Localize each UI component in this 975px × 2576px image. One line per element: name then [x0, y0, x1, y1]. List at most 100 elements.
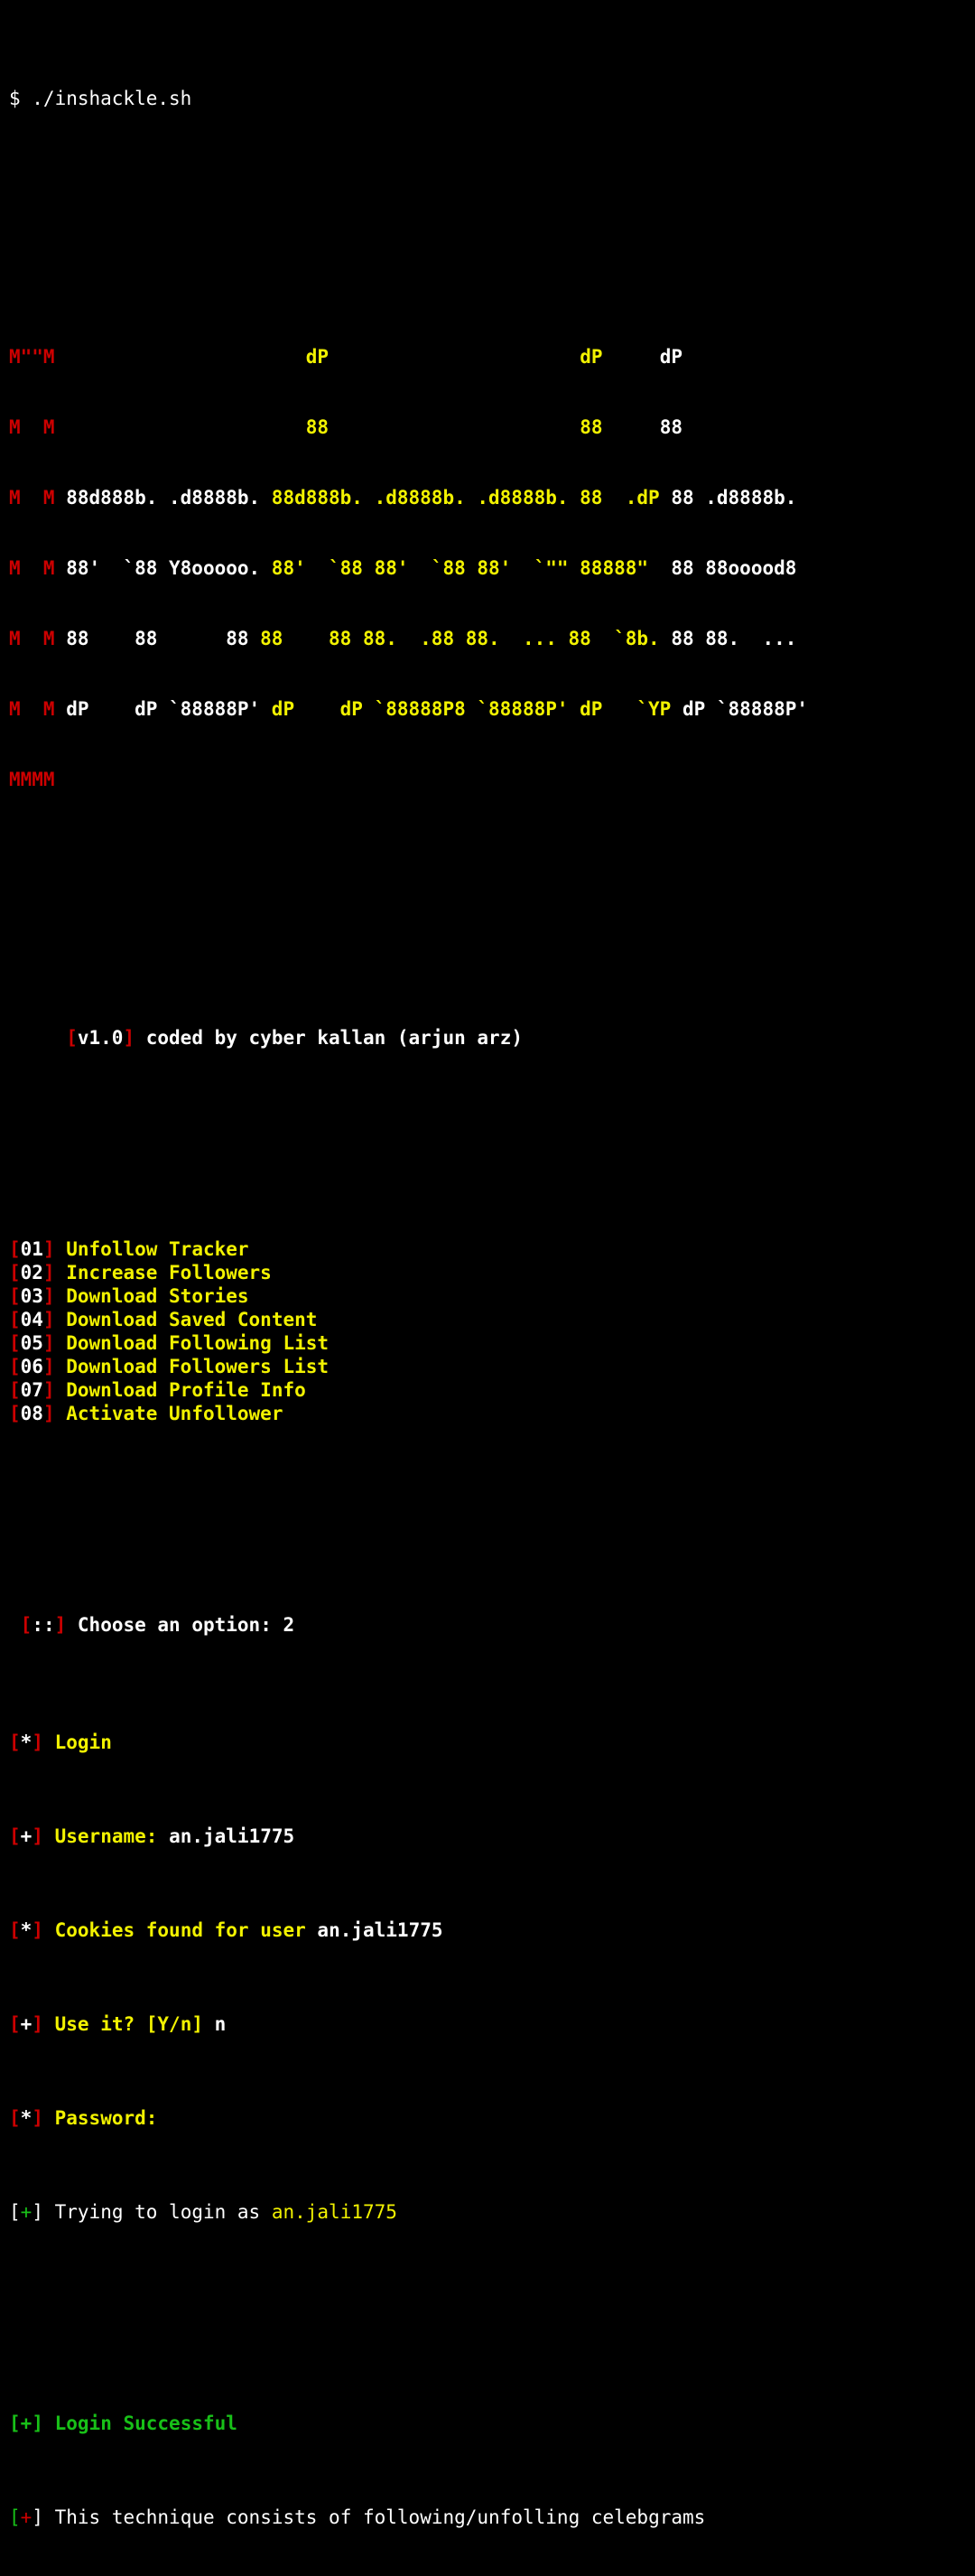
menu-item-02[interactable]: [02] Increase Followers [9, 1261, 808, 1284]
plus-icon: + [20, 2013, 32, 2035]
bracket-close-icon: ] [42, 1285, 55, 1307]
cookies-found-line: [*] Cookies found for user an.jali1775 [9, 1918, 808, 1942]
username-value[interactable]: an.jali1775 [169, 1825, 294, 1847]
banner-yellow2-seg: dP [580, 346, 603, 368]
banner-white2-seg: dP [659, 346, 682, 368]
banner-yellow-seg: dP [305, 346, 330, 368]
banner-white-seg: 88 88 88 [54, 628, 261, 649]
banner-row-4: M M 88' `88 Y8ooooo. 88' `88 88' `88 88'… [9, 556, 808, 580]
bracket-open-icon: [ [9, 1262, 21, 1283]
banner-yellow-seg: 88d888b. .d8888b. .d8888b. 88 .dP [271, 487, 672, 509]
password-label: Password: [54, 2107, 158, 2129]
login-label [43, 1731, 55, 1753]
bracket-open-icon: [ [9, 2201, 21, 2223]
banner-yellow-seg: 88 [305, 416, 330, 438]
bracket-open-icon: [ [9, 1379, 21, 1401]
menu-item-07[interactable]: [07] Download Profile Info [9, 1378, 808, 1402]
banner-red-seg: M M [9, 628, 55, 649]
menu-item-label: Unfollow Tracker [54, 1238, 249, 1260]
menu-item-number: 01 [20, 1238, 43, 1260]
banner-yellow2-seg: 88 [580, 416, 603, 438]
bracket-close-icon: ] [42, 1332, 55, 1354]
banner-row-1: M""M dP dP dP [9, 345, 808, 369]
bracket-open-icon: [ [9, 1403, 21, 1424]
banner-red-seg: M""M [9, 346, 55, 368]
bracket-open-icon: [ [9, 2107, 21, 2129]
banner-yellow-seg: 88 88 88. .88 88. ... 88 `8b. [260, 628, 672, 649]
cookies-label: Cookies found for user [54, 1919, 318, 1941]
bracket-close-icon: ] [32, 2413, 43, 2434]
banner-row-2: M M 88 88 88 [9, 415, 808, 439]
bracket-close-icon: ] [32, 1825, 43, 1847]
banner-red-seg: MMMM [9, 769, 55, 790]
banner-gap2-seg [329, 416, 580, 438]
bracket-close-icon: ] [32, 2201, 43, 2223]
banner-white2-seg: 88 [659, 416, 682, 438]
choose-indent [9, 1614, 21, 1636]
bracket-close-icon: ] [32, 1731, 43, 1753]
credits-line: [v1.0] coded by cyber kallan (arjun arz) [9, 1026, 808, 1050]
login-successful-line: [+] Login Successful [9, 2412, 808, 2435]
bracket-close-icon: ] [32, 2506, 43, 2528]
trying-login-line: [+] Trying to login as an.jali1775 [9, 2200, 808, 2224]
banner-row-7: MMMM [9, 768, 808, 791]
banner-gap-seg [55, 416, 306, 438]
password-line[interactable]: [*] Password: [9, 2106, 808, 2130]
bracket-close-icon: ] [42, 1356, 55, 1377]
bracket-close-icon: ] [42, 1262, 55, 1283]
bracket-close-icon: ] [54, 1614, 67, 1636]
banner-red-seg: M M [9, 416, 55, 438]
terminal-window[interactable]: $ ./inshackle.sh M""M dP dP dP M M 88 88… [0, 0, 975, 2528]
bracket-open-icon: [ [9, 1285, 21, 1307]
banner-white2-seg: 88 88ooood8 [671, 557, 797, 579]
login-text: Login [54, 1731, 112, 1753]
asterisk-icon: * [20, 1919, 32, 1941]
choose-option-value[interactable]: 2 [283, 1614, 294, 1636]
bracket-close-icon: ] [123, 1027, 135, 1049]
menu-item-number: 08 [20, 1403, 43, 1424]
terminal-screen: $ ./inshackle.sh M""M dP dP dP M M 88 88… [9, 0, 808, 2576]
username-line: [+] Username: an.jali1775 [9, 1825, 808, 1848]
choose-option-line[interactable]: [::] Choose an option: 2 [9, 1613, 808, 1637]
login-line: [*] Login [9, 1731, 808, 1754]
banner-white2-seg: 88 88. ... [671, 628, 797, 649]
bracket-open-icon: [ [9, 1332, 21, 1354]
banner-white-seg: dP dP `88888P' [54, 698, 272, 720]
menu-item-label: Activate Unfollower [54, 1403, 283, 1424]
bracket-open-icon: [ [9, 1825, 21, 1847]
credits-indent [9, 1027, 66, 1049]
use-cookies-value[interactable]: n [215, 2013, 227, 2035]
bracket-close-icon: ] [32, 1919, 43, 1941]
menu-item-01[interactable]: [01] Unfollow Tracker [9, 1237, 808, 1261]
cookies-username: an.jali1775 [317, 1919, 443, 1941]
bracket-open-icon: [ [9, 1309, 21, 1330]
bracket-close-icon: ] [42, 1379, 55, 1401]
banner-gap2-seg [329, 346, 580, 368]
menu-item-06[interactable]: [06] Download Followers List [9, 1355, 808, 1378]
menu-item-08[interactable]: [08] Activate Unfollower [9, 1402, 808, 1425]
banner-white2-seg: dP `88888P' [682, 698, 809, 720]
use-cookies-line: [+] Use it? [Y/n] n [9, 2012, 808, 2036]
technique-info-text: This technique consists of following/unf… [54, 2506, 706, 2528]
banner-white2-seg: 88 .d8888b. [671, 487, 797, 509]
banner-white-seg: 88' `88 Y8ooooo. [54, 557, 272, 579]
menu-item-number: 03 [20, 1285, 43, 1307]
username-label: Username: [54, 1825, 170, 1847]
plus-icon: + [20, 2413, 32, 2434]
colon-marker-icon: :: [32, 1614, 55, 1636]
menu-item-04[interactable]: [04] Download Saved Content [9, 1308, 808, 1331]
banner-row-3: M M 88d888b. .d8888b. 88d888b. .d8888b. … [9, 486, 808, 509]
bracket-open-icon: [ [66, 1027, 78, 1049]
menu-item-05[interactable]: [05] Download Following List [9, 1331, 808, 1355]
menu-item-number: 04 [20, 1309, 43, 1330]
shell-command: $ ./inshackle.sh [9, 88, 192, 109]
banner-yellow-seg: dP dP `88888P8 `88888P' dP `YP [271, 698, 682, 720]
bracket-open-icon: [ [9, 1238, 21, 1260]
